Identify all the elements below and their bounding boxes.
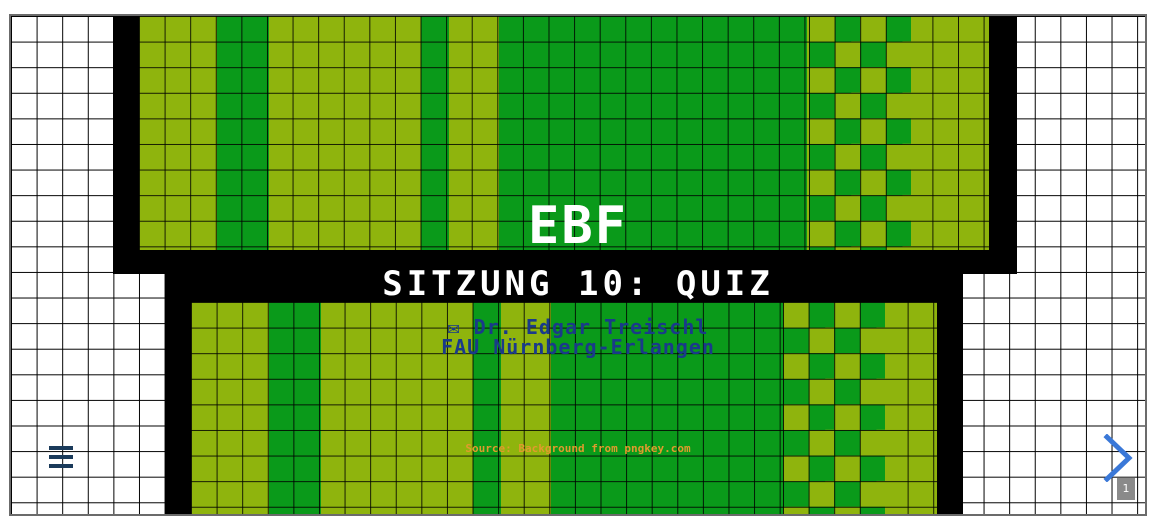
slide-title: EBF bbox=[528, 196, 628, 256]
page-number: 1 bbox=[1117, 478, 1135, 500]
slide-subtitle: SITZUNG 10: QUIZ bbox=[382, 264, 774, 304]
background-source: Source: Background from pngkey.com bbox=[465, 442, 691, 455]
slide-frame: EBF SITZUNG 10: QUIZ ✉ Dr. Edgar Treisch… bbox=[9, 14, 1147, 516]
menu-button[interactable] bbox=[47, 444, 77, 470]
chevron-right-icon bbox=[1103, 433, 1133, 483]
affiliation: FAU Nürnberg-Erlangen bbox=[441, 335, 715, 359]
next-slide-button[interactable] bbox=[1101, 433, 1135, 483]
